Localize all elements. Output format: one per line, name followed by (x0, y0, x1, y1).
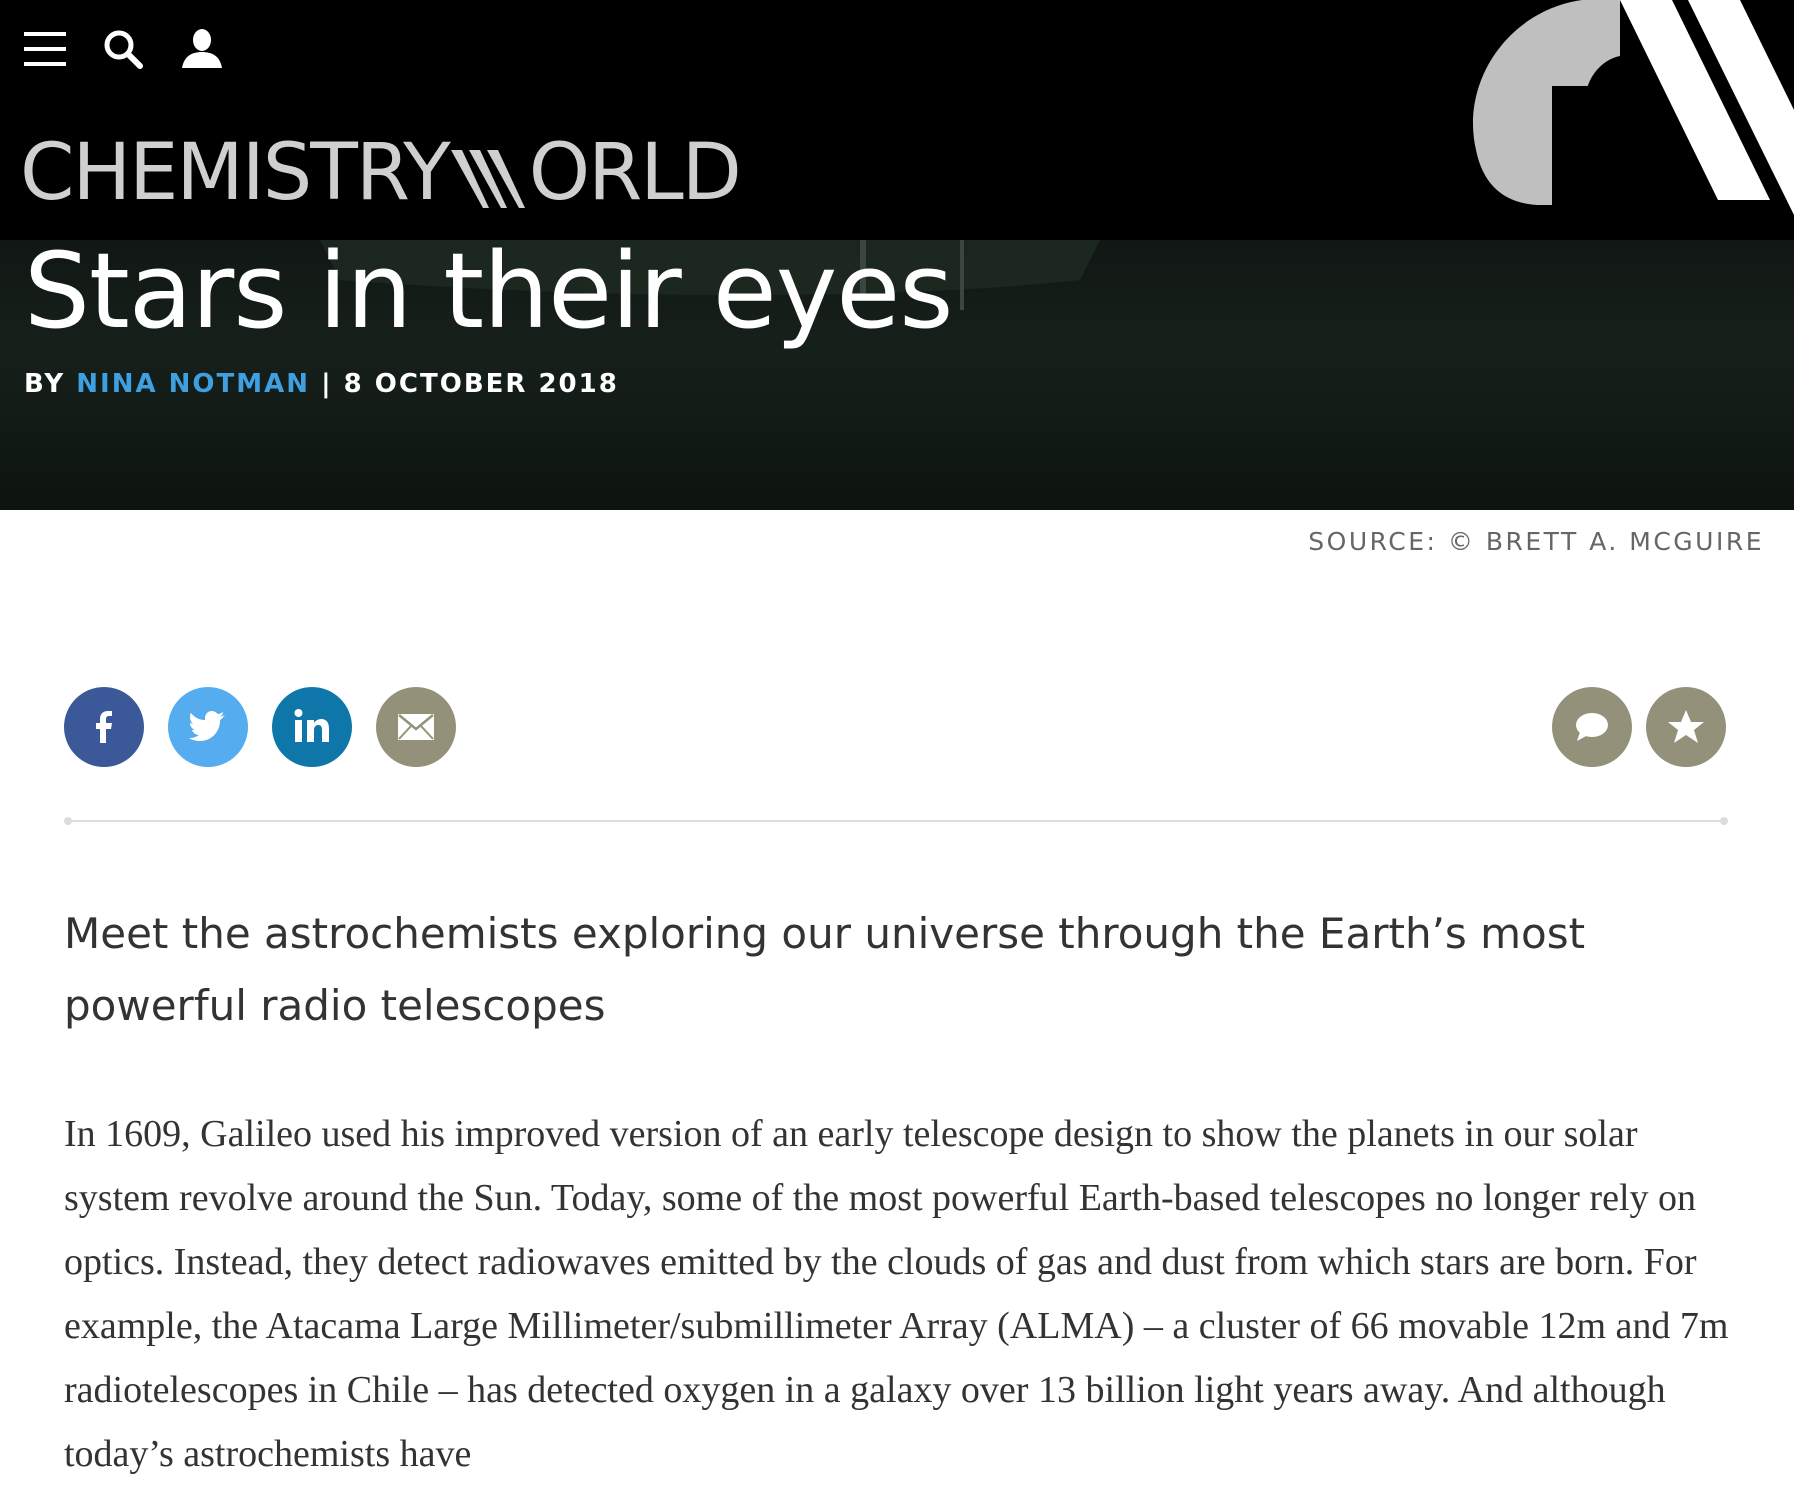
byline: BY NINA NOTMAN | 8 OCTOBER 2018 (24, 368, 619, 400)
menu-icon[interactable] (24, 28, 66, 75)
article-standfirst: Meet the astrochemists exploring our uni… (64, 909, 1586, 1030)
site-logo[interactable]: CHEMISTRY ORLD (20, 128, 742, 218)
linkedin-icon (294, 709, 329, 742)
share-divider (64, 817, 1728, 825)
facebook-share-button[interactable] (64, 687, 144, 767)
article-paragraph: In 1609, Galileo used his improved versi… (64, 1113, 1729, 1475)
twitter-share-button[interactable] (168, 687, 248, 767)
favourite-button[interactable] (1646, 687, 1726, 767)
email-share-button[interactable] (376, 687, 456, 767)
linkedin-share-button[interactable] (272, 687, 352, 767)
image-credit: SOURCE: © BRETT A. MCGUIRE (1308, 527, 1764, 556)
publish-date: 8 OCTOBER 2018 (343, 369, 619, 399)
user-icon[interactable] (180, 28, 224, 75)
author-link[interactable]: NINA NOTMAN (76, 369, 310, 399)
brand-chemistry: CHEMISTRY (20, 128, 451, 218)
byline-by: BY (24, 369, 66, 399)
site-header: CHEMISTRY ORLD (0, 0, 1794, 240)
byline-separator: | (321, 369, 333, 399)
article-title: Stars in their eyes (24, 230, 953, 352)
email-icon (398, 714, 434, 740)
comment-icon (1576, 713, 1608, 741)
comments-button[interactable] (1552, 687, 1632, 767)
brand-orld: ORLD (528, 128, 742, 218)
star-icon (1668, 710, 1704, 743)
search-icon[interactable] (102, 28, 144, 75)
header-icons (24, 28, 224, 74)
facebook-icon (96, 711, 112, 743)
brand-w-icon (449, 128, 531, 218)
logo-mark-icon (1470, 0, 1794, 240)
twitter-icon (189, 711, 225, 741)
